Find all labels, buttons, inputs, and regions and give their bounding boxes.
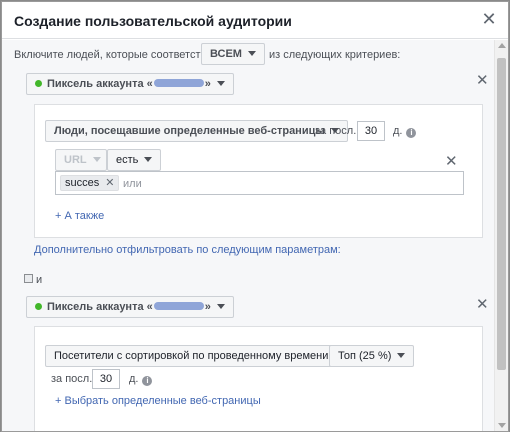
scroll-down-icon[interactable] (498, 423, 506, 428)
dialog-header: Создание пользовательской аудитории ✕ (2, 2, 508, 39)
event-select-2-value: Посетители с сортировкой по проведенному… (54, 350, 329, 362)
info-icon: i (406, 128, 417, 138)
remove-rule-icon[interactable]: ✕ (445, 154, 458, 169)
top-percent-select[interactable]: Топ (25 %) (329, 345, 415, 367)
select-pages-link[interactable]: + Выбрать определенные веб-страницы (55, 395, 261, 407)
collapse-icon[interactable] (24, 274, 33, 283)
status-dot-icon (35, 80, 42, 87)
url-token-input[interactable]: succes ✕ или (55, 171, 464, 195)
additional-filter-link[interactable]: Дополнительно отфильтровать по следующим… (34, 244, 341, 256)
match-select-value: ВСЕМ (210, 48, 242, 60)
joiner-label: и (36, 274, 43, 286)
rule-operator-select[interactable]: есть (107, 149, 162, 171)
vertical-scrollbar[interactable] (494, 40, 508, 431)
source-label-prefix: Пиксель аккаунта « (47, 301, 153, 313)
source-label-suffix: » (204, 78, 211, 90)
add-condition-link[interactable]: + А также (55, 210, 104, 222)
event-select-2[interactable]: Посетители с сортировкой по проведенному… (45, 345, 352, 367)
scroll-up-icon[interactable] (498, 43, 506, 48)
status-dot-icon (35, 303, 42, 310)
chevron-down-icon (144, 157, 153, 162)
close-icon[interactable]: ✕ (481, 10, 497, 28)
redacted-account-name (153, 302, 204, 310)
url-token-label: succes (65, 177, 100, 189)
criteria-suffix-label: из следующих критериев: (269, 49, 401, 61)
remove-token-icon[interactable]: ✕ (105, 177, 114, 189)
days-suffix-label: д. i (129, 373, 153, 386)
rule-field-select[interactable]: URL (55, 149, 107, 171)
remove-source-2-icon[interactable]: ✕ (476, 297, 489, 312)
dialog-body: Включите людей, которые соответствуют ВС… (2, 40, 494, 431)
chevron-down-icon (397, 353, 406, 358)
days-prefix-label: за посл. (315, 125, 357, 137)
source-select-1[interactable]: Пиксель аккаунта « » (26, 73, 234, 95)
rule-field-value: URL (64, 154, 87, 166)
url-token: succes ✕ (60, 175, 120, 191)
top-percent-value: Топ (25 %) (338, 350, 392, 362)
url-input-placeholder[interactable]: или (123, 178, 142, 190)
days-suffix-label: д. i (393, 125, 417, 138)
redacted-account-name (153, 79, 204, 87)
chevron-down-icon (247, 51, 256, 56)
days-prefix-label: за посл. (51, 373, 93, 385)
chevron-down-icon (216, 304, 225, 309)
source-label-suffix: » (204, 301, 211, 313)
info-icon: i (142, 376, 153, 386)
source-select-2[interactable]: Пиксель аккаунта « » (26, 296, 234, 318)
remove-source-1-icon[interactable]: ✕ (476, 73, 489, 88)
retention-days-input-2[interactable]: 30 (92, 369, 120, 389)
event-select-1-value: Люди, посещавшие определенные веб-страни… (54, 125, 325, 137)
event-select-1[interactable]: Люди, посещавшие определенные веб-страни… (45, 120, 348, 142)
chevron-down-icon (216, 81, 225, 86)
source-card-1: Люди, посещавшие определенные веб-страни… (34, 104, 483, 238)
source-label-prefix: Пиксель аккаунта « (47, 78, 153, 90)
rule-operator-value: есть (116, 154, 139, 166)
chevron-down-icon (92, 157, 101, 162)
match-select[interactable]: ВСЕМ (201, 43, 265, 65)
dialog-title: Создание пользовательской аудитории (14, 13, 292, 29)
source-card-2: Посетители с сортировкой по проведенному… (34, 326, 483, 431)
custom-audience-dialog: Создание пользовательской аудитории ✕ Вк… (1, 1, 509, 432)
include-label: Включите людей, которые соответствуют (14, 49, 225, 61)
scrollbar-thumb[interactable] (497, 58, 506, 370)
retention-days-input[interactable]: 30 (357, 121, 385, 141)
